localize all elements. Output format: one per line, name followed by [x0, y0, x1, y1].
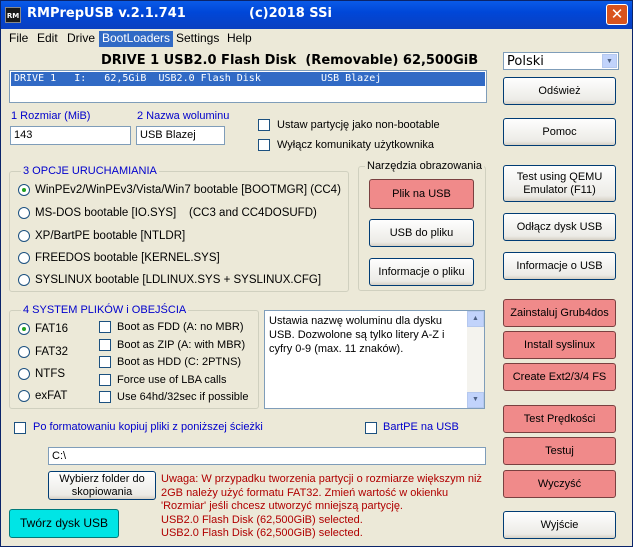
size-input[interactable]: 143: [10, 126, 131, 145]
install-syslinux-button[interactable]: Install syslinux: [503, 331, 616, 359]
menu-drive[interactable]: Drive: [64, 31, 98, 47]
speed-test-button[interactable]: Test Prędkości: [503, 405, 616, 433]
boot-label-freedos: FREEDOS bootable [KERNEL.SYS]: [35, 252, 220, 264]
zip-checkbox[interactable]: [99, 339, 111, 351]
lba-checkbox[interactable]: [99, 374, 111, 386]
bartpe-label: BartPE na USB: [383, 421, 459, 433]
geometry-label: Use 64hd/32sec if possible: [117, 391, 249, 403]
exit-button[interactable]: Wyjście: [503, 511, 616, 539]
fs-radio-exfat[interactable]: [18, 390, 30, 402]
zip-label: Boot as ZIP (A: with MBR): [117, 339, 246, 351]
qemu-test-button[interactable]: Test using QEMU Emulator (F11): [503, 165, 616, 202]
filesystem-title: 4 SYSTEM PLIKÓW i OBEJŚCIA: [21, 304, 189, 316]
app-icon: RM: [5, 7, 21, 23]
menu-bootloaders[interactable]: BootLoaders: [99, 31, 174, 47]
boot-radio-syslinux[interactable]: [18, 274, 30, 286]
chevron-down-icon[interactable]: ▼: [602, 54, 617, 68]
fdd-checkbox[interactable]: [99, 321, 111, 333]
size-label: 1 Rozmiar (MiB): [11, 110, 91, 122]
no-prompts-label: Wyłącz komunikaty użytkownika: [277, 139, 435, 151]
fs-label-fat32: FAT32: [35, 346, 69, 358]
hdd-label: Boot as HDD (C: 2PTNS): [117, 356, 242, 368]
close-button[interactable]: ✕: [606, 4, 628, 25]
boot-radio-winpe[interactable]: [18, 184, 30, 196]
boot-options-title: 3 OPCJE URUCHAMIANIA: [21, 165, 159, 177]
boot-label-msdos: MS-DOS bootable [IO.SYS] (CC3 and CC4DOS…: [35, 207, 317, 219]
language-select[interactable]: Polski ▼: [503, 52, 619, 70]
install-grub4dos-button[interactable]: Zainstaluj Grub4dos: [503, 299, 616, 327]
bartpe-checkbox[interactable]: [365, 422, 377, 434]
boot-radio-msdos[interactable]: [18, 207, 30, 219]
message-warning: Uwaga: W przypadku tworzenia partycji o …: [161, 473, 482, 512]
copy-files-label: Po formatowaniu kopiuj pliki z poniższej…: [33, 421, 263, 433]
make-usb-button[interactable]: Twórz dysk USB: [9, 509, 119, 538]
lba-label: Force use of LBA calls: [117, 374, 227, 386]
wipe-button[interactable]: Wyczyść: [503, 470, 616, 498]
help-memo-text: Ustawia nazwę woluminu dla dysku USB. Do…: [269, 315, 445, 355]
eject-usb-button[interactable]: Odłącz dysk USB: [503, 213, 616, 241]
create-ext-fs-button[interactable]: Create Ext2/3/4 FS: [503, 363, 616, 391]
choose-folder-button[interactable]: Wybierz folder do skopiowania: [48, 471, 156, 500]
window-copyright: (c)2018 SSi: [249, 6, 332, 21]
message-log: Uwaga: W przypadku tworzenia partycji o …: [161, 473, 491, 541]
memo-scrollbar[interactable]: ▲ ▼: [467, 311, 484, 408]
menu-bar: File Edit Drive BootLoaders Settings Hel…: [1, 29, 632, 48]
menu-settings[interactable]: Settings: [173, 31, 222, 47]
no-prompts-checkbox[interactable]: [258, 139, 270, 151]
volume-label: 2 Nazwa woluminu: [137, 110, 230, 122]
help-button[interactable]: Pomoc: [503, 118, 616, 146]
drive-list[interactable]: DRIVE 1 I: 62,5GiB USB2.0 Flash Disk USB…: [9, 70, 487, 103]
menu-help[interactable]: Help: [224, 31, 255, 47]
fdd-label: Boot as FDD (A: no MBR): [117, 321, 244, 333]
volume-input[interactable]: USB Blazej: [136, 126, 225, 145]
refresh-button[interactable]: Odśwież: [503, 77, 616, 105]
language-value: Polski: [507, 54, 544, 69]
usb-to-file-button[interactable]: USB do pliku: [369, 219, 474, 247]
boot-radio-freedos[interactable]: [18, 252, 30, 264]
fs-label-ntfs: NTFS: [35, 368, 66, 380]
non-bootable-label: Ustaw partycję jako non-bootable: [277, 119, 440, 131]
copy-files-checkbox[interactable]: [14, 422, 26, 434]
boot-radio-xp[interactable]: [18, 230, 30, 242]
geometry-checkbox[interactable]: [99, 391, 111, 403]
fs-radio-fat16[interactable]: [18, 323, 30, 335]
scroll-down-icon[interactable]: ▼: [467, 392, 484, 408]
message-line: USB2.0 Flash Disk (62,500GiB) selected.: [161, 513, 363, 526]
title-bar[interactable]: RM RMPrepUSB v.2.1.741 (c)2018 SSi ✕: [1, 1, 632, 29]
boot-label-winpe: WinPEv2/WinPEv3/Vista/Win7 bootable [BOO…: [35, 184, 341, 196]
non-bootable-checkbox[interactable]: [258, 119, 270, 131]
test-button[interactable]: Testuj: [503, 437, 616, 465]
help-memo[interactable]: Ustawia nazwę woluminu dla dysku USB. Do…: [264, 310, 485, 409]
boot-label-xp: XP/BartPE bootable [NTLDR]: [35, 230, 186, 242]
fs-label-exfat: exFAT: [35, 390, 68, 402]
drive-list-row[interactable]: DRIVE 1 I: 62,5GiB USB2.0 Flash Disk USB…: [11, 72, 485, 86]
message-line: USB2.0 Flash Disk (62,500GiB) selected.: [161, 527, 363, 539]
fs-radio-fat32[interactable]: [18, 346, 30, 358]
hdd-checkbox[interactable]: [99, 356, 111, 368]
fs-label-fat16: FAT16: [35, 323, 69, 335]
fs-radio-ntfs[interactable]: [18, 368, 30, 380]
drive-title: DRIVE 1 USB2.0 Flash Disk (Removable) 62…: [101, 53, 479, 68]
image-tools-title: Narzędzia obrazowania: [365, 160, 484, 172]
menu-file[interactable]: File: [6, 31, 31, 47]
file-info-button[interactable]: Informacje o pliku: [369, 258, 474, 286]
usb-info-button[interactable]: Informacje o USB: [503, 252, 616, 280]
boot-label-syslinux: SYSLINUX bootable [LDLINUX.SYS + SYSLINU…: [35, 274, 322, 286]
scroll-up-icon[interactable]: ▲: [467, 311, 484, 327]
window-title: RMPrepUSB v.2.1.741: [27, 6, 186, 21]
menu-edit[interactable]: Edit: [34, 31, 61, 47]
source-path-input[interactable]: C:\: [48, 447, 486, 465]
file-to-usb-button[interactable]: Plik na USB: [369, 179, 474, 209]
main-window: RM RMPrepUSB v.2.1.741 (c)2018 SSi ✕ Fil…: [0, 0, 633, 547]
